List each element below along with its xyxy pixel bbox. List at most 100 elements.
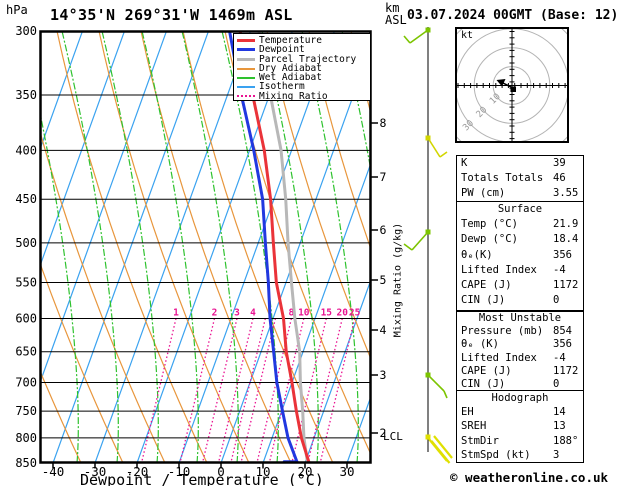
pressure-tick-label: 700 <box>15 375 37 389</box>
wind-barb-station-dot <box>425 229 431 235</box>
stat-row: Lifted Index -4 <box>457 263 583 278</box>
chart-datetime: 03.07.2024 00GMT (Base: 12) <box>407 8 619 23</box>
stat-row: K 39 <box>457 156 583 171</box>
stat-label: SREH <box>461 420 487 433</box>
mixing-ratio-line <box>141 318 177 462</box>
stat-value: 356 <box>553 248 572 261</box>
stat-row: Dewp (°C) 18.4 <box>457 232 583 247</box>
stat-row: CAPE (J) 1172 <box>457 365 583 378</box>
pressure-tick-label: 300 <box>15 24 37 38</box>
dry-adiabat-line <box>56 32 208 462</box>
stat-row: Totals Totals 46 <box>457 171 583 186</box>
stat-value: 39 <box>553 157 566 169</box>
hodograph-ring-label: 20 <box>475 105 490 120</box>
lcl-label: LCL <box>383 430 403 443</box>
temp-tick-label: -40 <box>42 464 65 479</box>
altitude-unit-asl: ASL <box>385 13 407 27</box>
mixing-ratio-label: 25 <box>349 308 361 319</box>
hodograph-ring-label: 30 <box>461 119 476 134</box>
stat-label: θₑ(K) <box>461 248 493 261</box>
pressure-tick-label: 500 <box>15 236 37 250</box>
wet-adiabat-line <box>181 32 239 462</box>
stat-row: CAPE (J) 1172 <box>457 278 583 293</box>
stat-value: 14 <box>553 406 566 419</box>
mixing-ratio-label: 4 <box>250 308 256 319</box>
legend-swatch-thin <box>237 76 255 79</box>
stat-row: Temp (°C) 21.9 <box>457 217 583 232</box>
dry-adiabat-line <box>98 32 250 462</box>
mixing-ratio-line <box>202 318 238 462</box>
stat-label: K <box>461 157 468 169</box>
stat-row: PW (cm) 3.55 <box>457 186 583 201</box>
wind-barb-station-dot <box>425 434 431 440</box>
hodograph-origin-dot <box>510 86 516 92</box>
wind-barb <box>425 135 448 158</box>
pressure-tick-label: 650 <box>15 345 37 359</box>
stat-label: CIN (J) <box>461 294 506 307</box>
stat-row: SREH 13 <box>457 419 583 433</box>
legend-swatch-thin <box>237 86 255 89</box>
mixing-ratio-label: 2 <box>212 308 218 319</box>
wet-adiabat-line <box>382 31 438 463</box>
km-tick-label: 6 <box>380 223 387 237</box>
sounding-chart-page: 1 2 3 4 8 10 15 20 25 300 350 400 450 500 550 600 650 700… <box>0 0 629 486</box>
pressure-tick-label: 600 <box>15 312 37 326</box>
legend-item: Mixing Ratio <box>237 90 370 102</box>
stat-value: 18.4 <box>553 233 579 246</box>
stat-value: 356 <box>553 338 572 351</box>
km-tick-label: 7 <box>380 170 387 184</box>
stat-value: -4 <box>553 263 566 276</box>
pressure-tick-label: 850 <box>15 456 37 470</box>
copyright-credit: © weatheronline.co.uk <box>450 470 609 485</box>
pressure-tick-label: 450 <box>15 192 37 206</box>
temp-tick-label: 30 <box>339 464 354 479</box>
stat-value: 3 <box>553 448 560 461</box>
stat-value: 188° <box>553 434 579 447</box>
stat-value: -4 <box>553 351 566 364</box>
mixing-ratio-label: 3 <box>234 308 240 319</box>
stat-row: θₑ (K) 356 <box>457 338 583 351</box>
stat-label: Dewp (°C) <box>461 233 518 246</box>
hodograph-ring-label: 10 <box>488 92 503 107</box>
stat-row: CIN (J) 0 <box>457 293 583 308</box>
stat-value: 1172 <box>553 364 579 377</box>
km-tick-label: 5 <box>380 273 387 287</box>
stat-section-title: Hodograph <box>491 392 549 404</box>
stat-value: 0 <box>553 294 560 307</box>
legend-swatch-dotted <box>237 95 255 98</box>
indices-table: K 39 Totals Totals 46 PW (cm) 3.55 <box>456 155 584 202</box>
stat-label: Lifted Index <box>461 351 537 364</box>
stat-value: 21.9 <box>553 218 579 231</box>
stat-value: 3.55 <box>553 186 579 199</box>
km-tick-label: 3 <box>380 368 387 382</box>
stat-label: Pressure (mb) <box>461 325 544 338</box>
legend-item-label: Mixing Ratio <box>259 90 328 102</box>
wind-barb-station-dot <box>425 27 431 33</box>
stat-label: CAPE (J) <box>461 279 512 292</box>
wind-barb-line <box>411 231 429 251</box>
hodograph-table: Hodograph EH 14 SREH 13 StmDir 188° StmSpd (kt)… <box>456 390 584 463</box>
wind-barb-line <box>439 151 448 158</box>
mixing-ratio-label: 10 <box>298 308 310 319</box>
legend-swatch-thick <box>237 48 255 52</box>
temp-axis-title: Dewpoint / Temperature (°C) <box>80 471 324 486</box>
stat-label: θₑ (K) <box>461 338 499 351</box>
stat-label: StmDir <box>461 434 499 447</box>
stat-value: 13 <box>553 420 566 433</box>
surface-table: Surface Temp (°C) 21.9 Dewp (°C) 18.4 θₑ(K) 35… <box>456 201 584 311</box>
hodograph-unit-label: kt <box>461 30 474 41</box>
wind-barb-line <box>409 29 429 44</box>
stat-row: θₑ(K) 356 <box>457 248 583 263</box>
mixing-ratio-label: 15 <box>321 308 333 319</box>
stat-row: StmSpd (kt) 3 <box>457 448 583 462</box>
station-title: 14°35'N 269°31'W 1469m ASL <box>50 6 293 24</box>
stat-row: Pressure (mb) 854 <box>457 325 583 338</box>
hodograph-plot: 102030 <box>457 29 567 141</box>
wind-barb-line <box>403 243 413 251</box>
stat-label: StmSpd (kt) <box>461 448 531 461</box>
wind-barb-line <box>403 35 411 44</box>
wet-adiabat-line <box>61 32 119 462</box>
stat-row: StmDir 188° <box>457 434 583 448</box>
stat-label: PW (cm) <box>461 186 506 199</box>
pressure-tick-label: 750 <box>15 404 37 418</box>
